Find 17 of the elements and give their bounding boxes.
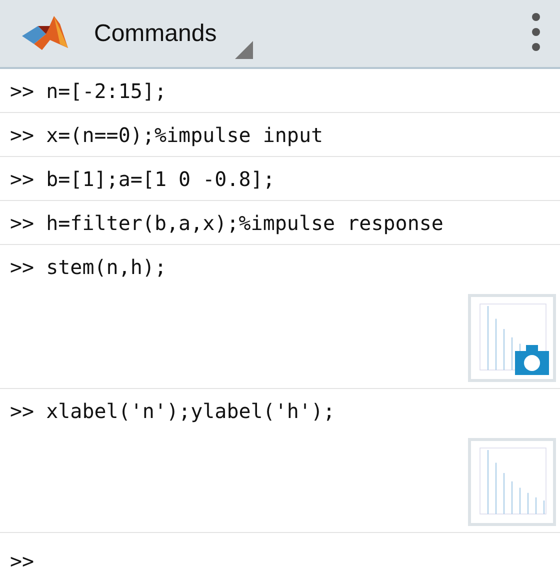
command-text: n=[-2:15]; — [46, 78, 167, 102]
prompt: >> — [10, 166, 34, 190]
header-title[interactable]: Commands — [94, 20, 217, 48]
command-text: xlabel('n');ylabel('h'); — [46, 398, 336, 422]
command-text: b=[1];a=[1 0 -0.8]; — [46, 166, 275, 190]
prompt: >> — [10, 78, 34, 102]
command-text: stem(n,h); — [46, 254, 167, 278]
camera-icon[interactable] — [515, 345, 549, 375]
prompt: >> — [10, 254, 34, 278]
prompt: >> — [10, 122, 34, 146]
command-text: h=filter(b,a,x);%impulse response — [46, 210, 444, 234]
dropdown-corner-icon[interactable] — [235, 41, 253, 59]
prompt: >> — [10, 398, 34, 422]
prompt: >> — [10, 210, 34, 234]
input-prompt[interactable]: >> — [10, 549, 34, 573]
more-options-icon[interactable] — [532, 12, 540, 52]
command-text: x=(n==0);%impulse input — [46, 122, 324, 146]
